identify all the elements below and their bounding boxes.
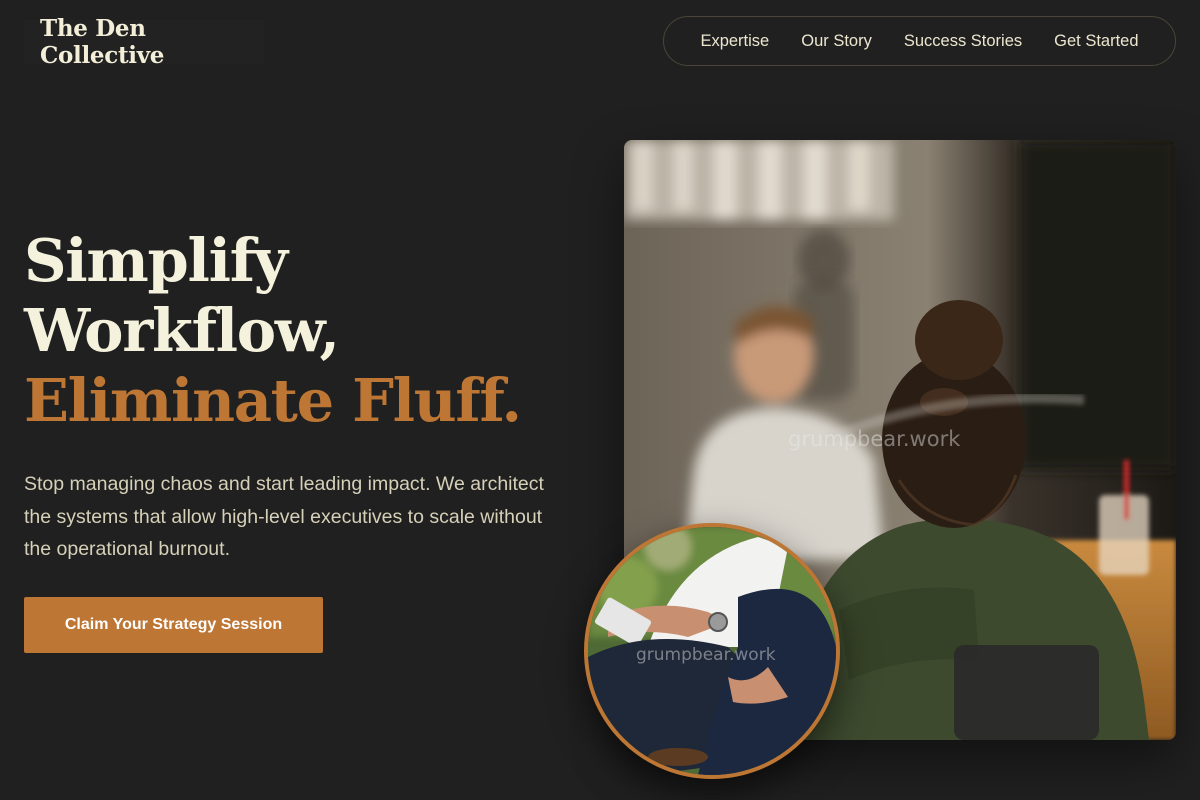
inset-photo: grumpbear.work: [584, 523, 840, 779]
headline-line-2: Workflow,: [24, 296, 340, 365]
nav-link-expertise[interactable]: Expertise: [700, 32, 769, 51]
headline-accent: Eliminate Fluff.: [24, 366, 522, 435]
hero-subtext: Stop managing chaos and start leading im…: [24, 473, 544, 560]
nav-link-our-story[interactable]: Our Story: [801, 32, 872, 51]
nav-link-get-started[interactable]: Get Started: [1054, 32, 1138, 51]
brand-logo[interactable]: The Den Collective: [24, 15, 264, 69]
nav-link-success-stories[interactable]: Success Stories: [904, 32, 1022, 51]
main-nav: Expertise Our Story Success Stories Get …: [663, 16, 1176, 66]
hero-headline: Simplify Workflow, Eliminate Fluff.: [24, 226, 584, 436]
claim-strategy-session-button[interactable]: Claim Your Strategy Session: [24, 597, 323, 653]
headline-line-1: Simplify: [24, 226, 288, 295]
landing-page: The Den Collective Expertise Our Story S…: [0, 0, 1200, 800]
inset-photo-illustration: [588, 527, 836, 775]
